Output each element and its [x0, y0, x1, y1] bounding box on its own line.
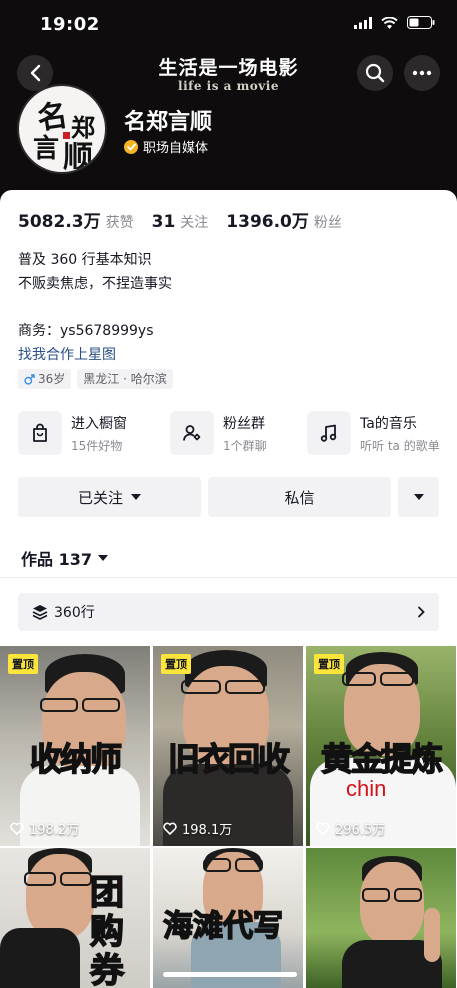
age-label: 36岁: [38, 372, 66, 386]
message-label: 私信: [284, 488, 315, 507]
home-indicator: [163, 972, 297, 977]
likes-label: 获赞: [105, 215, 134, 231]
recommend-toggle-button[interactable]: [398, 477, 439, 517]
battery-icon: [407, 16, 435, 29]
like-count-label: 296.5万: [335, 823, 386, 838]
collection-bar[interactable]: 360行: [18, 593, 439, 631]
video-thumbnail[interactable]: 置顶 旧衣回收 198.1万: [153, 646, 303, 846]
more-icon: [412, 70, 432, 76]
bio-line: 不贩卖焦虑，不捏造事实: [18, 276, 172, 292]
stats-row: 5082.3万 获赞 31 关注 1396.0万 粉丝: [18, 207, 360, 232]
avatar-char: 言: [33, 134, 60, 164]
signal-icon: [354, 16, 372, 29]
like-count-label: 198.1万: [182, 823, 233, 838]
music-entry[interactable]: Ta的音乐 听听 ta 的歌单: [307, 410, 440, 456]
works-tab[interactable]: 作品 137: [21, 546, 108, 570]
shortcut-title: 进入橱窗: [71, 415, 127, 432]
video-thumbnail[interactable]: 置顶 收纳师 198.2万: [0, 646, 150, 846]
shortcut-subtitle: 15件好物: [71, 438, 123, 453]
followed-button[interactable]: 已关注: [18, 477, 201, 517]
verification-row: 职场自媒体: [124, 137, 208, 156]
chevron-right-icon: [418, 606, 425, 618]
verified-badge-icon: [124, 139, 138, 154]
pinned-badge: 置顶: [314, 654, 344, 674]
collection-label: 360行: [54, 605, 95, 621]
caret-down-icon: [413, 493, 424, 500]
like-count: 198.2万: [10, 819, 79, 838]
followers-count[interactable]: 1396.0万: [226, 207, 309, 232]
followers-label[interactable]: 粉丝: [314, 212, 342, 232]
video-thumbnail[interactable]: 团购券: [0, 848, 150, 988]
video-caption: 团购券: [89, 873, 125, 988]
location-tag: 黑龙江 · 哈尔滨: [77, 369, 173, 389]
age-tag: 36岁: [18, 369, 72, 389]
search-icon: [365, 63, 385, 83]
status-time: 19:02: [40, 14, 100, 35]
following-label[interactable]: 关注: [180, 212, 208, 232]
divider: [0, 577, 457, 578]
raised-finger: [424, 908, 440, 962]
group-icon: [170, 411, 214, 455]
fan-group-entry[interactable]: 粉丝群 1个群聊: [170, 410, 267, 456]
shortcut-title: Ta的音乐: [360, 415, 417, 432]
heart-icon: [316, 822, 330, 835]
profile-tags: 36岁 黑龙江 · 哈尔滨: [18, 369, 173, 389]
bio-line: 普及 360 行基本知识: [18, 252, 152, 268]
profile-name: 名郑言顺: [124, 110, 213, 135]
business-contact: 商务：ys5678999ys: [18, 323, 154, 339]
video-caption: 黄金提炼: [320, 739, 444, 779]
music-icon: [307, 411, 351, 455]
video-thumbnail[interactable]: 海滩代写: [153, 848, 303, 988]
heart-icon: [163, 822, 177, 835]
pinned-badge: 置顶: [8, 654, 38, 674]
like-count: 198.1万: [163, 819, 232, 838]
followed-label: 已关注: [77, 488, 123, 507]
like-count-label: 198.2万: [29, 823, 80, 838]
more-button[interactable]: [404, 55, 440, 91]
layers-icon: [32, 605, 48, 620]
shop-window-entry[interactable]: 进入橱窗 15件好物: [18, 410, 127, 456]
shortcut-subtitle: 1个群聊: [223, 438, 267, 453]
video-thumbnail[interactable]: chin 置顶 黄金提炼 296.5万: [306, 646, 456, 846]
works-label: 作品 137: [21, 550, 92, 569]
message-button[interactable]: 私信: [208, 477, 391, 517]
heart-icon: [10, 822, 24, 835]
bag-icon: [18, 411, 62, 455]
verification-label: 职场自媒体: [143, 141, 209, 156]
caret-down-icon: [131, 493, 141, 500]
likes-count[interactable]: 5082.3万: [18, 207, 101, 232]
like-count: 296.5万: [316, 819, 385, 838]
avatar-seal: [63, 132, 70, 139]
video-caption: 收纳师: [29, 739, 123, 779]
search-button[interactable]: [357, 55, 393, 91]
video-thumbnail[interactable]: [306, 848, 456, 988]
status-icons: [354, 16, 435, 29]
male-icon: [24, 373, 35, 385]
video-caption: 海滩代写: [162, 909, 284, 944]
wifi-icon: [381, 16, 398, 29]
shortcut-subtitle: 听听 ta 的歌单: [360, 438, 440, 453]
pinned-badge: 置顶: [161, 654, 191, 674]
shortcut-title: 粉丝群: [223, 415, 265, 432]
caret-down-icon: [97, 554, 108, 561]
star-map-link[interactable]: 找我合作上星图: [18, 344, 116, 364]
video-caption: 旧衣回收: [167, 739, 291, 779]
status-bar: 19:02: [0, 0, 457, 48]
following-count[interactable]: 31: [152, 212, 176, 232]
avatar[interactable]: 名 郑 言 顺: [17, 84, 107, 174]
